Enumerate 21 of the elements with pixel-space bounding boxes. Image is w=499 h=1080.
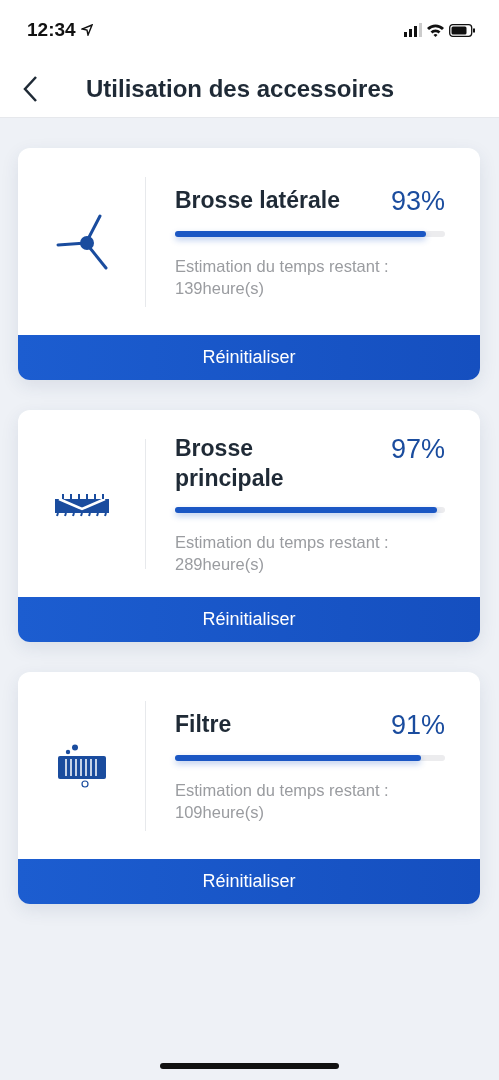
location-icon xyxy=(80,24,93,36)
wifi-icon xyxy=(427,23,444,37)
status-time: 12:34 xyxy=(27,19,76,41)
back-icon[interactable] xyxy=(22,74,38,103)
percent-value: 91% xyxy=(390,708,445,741)
page-title: Utilisation des accessoires xyxy=(86,74,395,103)
accessory-name: Brosse principale xyxy=(175,433,285,493)
percent-value: 93% xyxy=(390,184,445,217)
percent-value: 97% xyxy=(390,432,445,465)
time-estimate: Estimation du temps restant : 109heure(s) xyxy=(175,779,390,823)
filter-icon xyxy=(56,743,107,788)
side-brush-icon xyxy=(55,213,108,270)
time-estimate: Estimation du temps restant : 289heure(s) xyxy=(175,531,390,575)
reset-button[interactable]: Réinitialiser xyxy=(18,335,480,380)
reset-button[interactable]: Réinitialiser xyxy=(18,597,480,642)
accessory-name: Filtre xyxy=(175,709,232,739)
battery-icon xyxy=(449,23,475,37)
signal-icon xyxy=(404,23,422,37)
time-estimate: Estimation du temps restant : 139heure(s) xyxy=(175,255,390,299)
reset-button[interactable]: Réinitialiser xyxy=(18,859,480,904)
accessory-name: Brosse latérale xyxy=(175,185,340,215)
